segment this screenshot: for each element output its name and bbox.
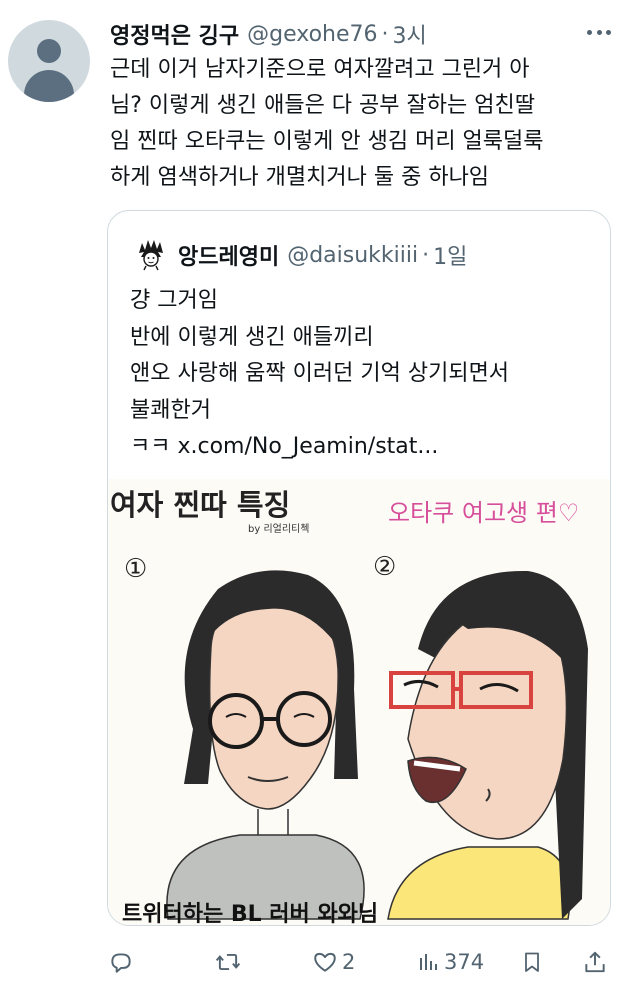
share-button[interactable] <box>582 942 608 982</box>
bookmark-button[interactable] <box>520 942 544 982</box>
separator-dot: · <box>422 242 430 268</box>
share-icon <box>585 951 605 973</box>
more-options-icon[interactable] <box>587 20 611 44</box>
bookmark-icon <box>525 952 539 972</box>
quoted-text-line: 반에 이렇게 생긴 애들끼리 <box>130 324 374 350</box>
panel-2-caption: 오타쿠 여고생 편♡ <box>388 499 579 527</box>
quoted-tweet-text: 걍 그거임 반에 이렇게 생긴 애들끼리 앤오 사랑해 움짝 이러던 기억 상기… <box>130 283 600 466</box>
reply-button[interactable] <box>108 942 138 982</box>
view-count: 374 <box>444 950 485 974</box>
quoted-author-avatar[interactable] <box>136 239 166 271</box>
author-display-name[interactable]: 영정먹은 깅구 <box>110 18 239 50</box>
retweet-icon <box>215 953 241 971</box>
quoted-tweet-header: 앙드레영미 @daisukkiiii · 1일 <box>136 239 467 271</box>
author-avatar[interactable] <box>8 20 90 102</box>
separator-dot: · <box>381 21 389 47</box>
tweet-text-line: 님? 이렇게 생긴 애들은 다 공부 잘하는 엄친딸 <box>110 93 535 118</box>
default-avatar-head <box>37 39 61 63</box>
views-button[interactable]: 374 <box>416 942 484 982</box>
comic-byline: by 리얼리티첵 <box>248 523 309 535</box>
comic-bottom-caption: 트위터하는 BL 러버 와와님 <box>122 902 378 926</box>
like-button[interactable]: 2 <box>312 942 355 982</box>
retweet-button[interactable] <box>214 942 246 982</box>
views-chart-icon <box>420 954 437 970</box>
quoted-text-line-with-link[interactable]: ㅋㅋ x.com/No_Jeamin/stat... <box>130 429 600 466</box>
quoted-text-line: 걍 그거임 <box>130 288 218 313</box>
quoted-tweet-image[interactable]: 여자 찐따 특징 by 리얼리티첵 ① ② 오타쿠 여고생 편♡ 트위터하는 B… <box>108 479 610 926</box>
quoted-author-handle[interactable]: @daisukkiiii <box>287 243 418 268</box>
default-avatar-body <box>24 70 74 102</box>
comic-title: 여자 찐따 특징 <box>110 488 290 522</box>
reply-icon <box>111 953 131 973</box>
tweet-text-line: 임 찐따 오타쿠는 이렇게 안 생김 머리 얼룩덜룩 <box>110 129 544 154</box>
tweet-header: 영정먹은 깅구 @gexohe76 · 3시 <box>110 17 580 51</box>
quoted-text-line: 불쾌한거 <box>130 397 211 423</box>
quoted-author-display-name[interactable]: 앙드레영미 <box>178 239 279 271</box>
quoted-tweet-timestamp[interactable]: 1일 <box>433 239 467 271</box>
heart-icon <box>314 952 336 972</box>
quoted-text-line: 앤오 사랑해 움짝 이러던 기억 상기되면서 <box>130 361 510 386</box>
panel-label-1: ① <box>124 554 147 584</box>
tweet-text-line: 근데 이거 남자기준으로 여자깔려고 그린거 아 <box>110 57 530 82</box>
quoted-tweet-card[interactable]: 앙드레영미 @daisukkiiii · 1일 걍 그거임 반에 이렇게 생긴 … <box>107 210 611 926</box>
panel-label-2: ② <box>373 552 396 582</box>
author-handle[interactable]: @gexohe76 <box>247 22 377 47</box>
tweet-timestamp[interactable]: 3시 <box>393 18 427 50</box>
like-count: 2 <box>342 950 356 974</box>
tweet-text-line: 하게 염색하거나 개멸치거나 둘 중 하나임 <box>110 165 490 190</box>
tweet-action-bar: 2 374 <box>104 942 614 982</box>
tweet-text: 근데 이거 남자기준으로 여자깔려고 그린거 아 님? 이렇게 생긴 애들은 다… <box>110 52 615 196</box>
